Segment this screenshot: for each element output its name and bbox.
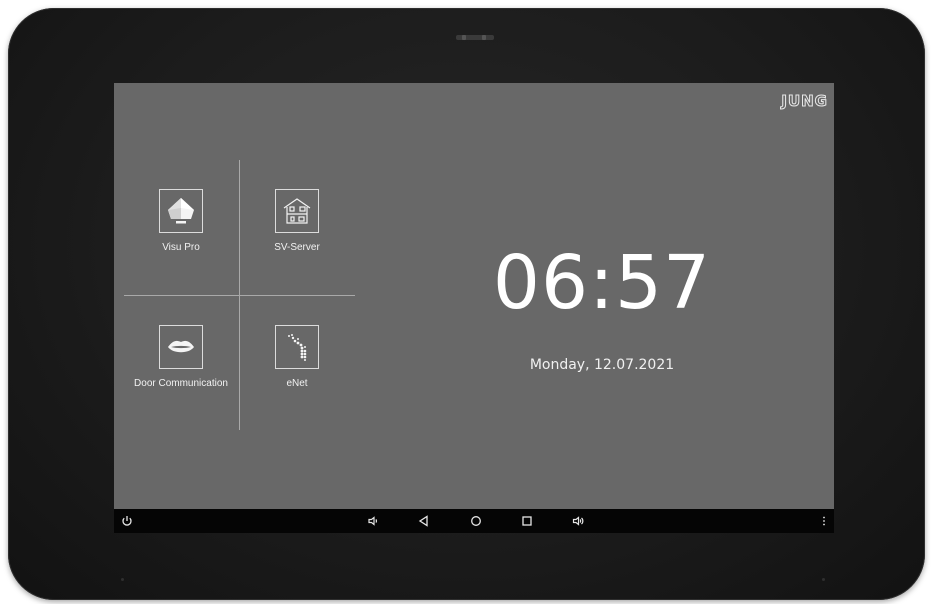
sensor-right xyxy=(822,578,825,581)
overflow-menu-button[interactable] xyxy=(811,509,834,533)
sensor-left xyxy=(121,578,124,581)
volume-up-icon xyxy=(572,512,584,531)
home-icon xyxy=(470,512,482,531)
home-button[interactable] xyxy=(463,509,489,533)
power-button[interactable] xyxy=(114,509,140,533)
brand-logo: JUNG xyxy=(781,92,828,111)
system-navigation-bar xyxy=(114,509,834,533)
back-button[interactable] xyxy=(411,509,437,533)
app-tile-enet[interactable]: eNet xyxy=(232,301,362,411)
clock-date: Monday, 12.07.2021 xyxy=(529,357,675,373)
clock-time: 06:57 xyxy=(492,240,712,326)
app-label-sv-server: SV-Server xyxy=(274,242,320,253)
app-tile-door-communication[interactable]: Door Communication xyxy=(116,301,246,411)
app-tile-visu-pro[interactable]: Visu Pro xyxy=(116,165,246,275)
recents-icon xyxy=(521,512,533,531)
home-screen: JUNG Visu Pro SV-Server Door Communicati… xyxy=(114,83,834,533)
app-tile-sv-server[interactable]: SV-Server xyxy=(232,165,362,275)
app-label-enet: eNet xyxy=(286,378,308,389)
power-icon xyxy=(121,512,133,531)
menu-icon xyxy=(818,512,830,531)
app-label-visu-pro: Visu Pro xyxy=(162,242,200,253)
visu-pro-icon xyxy=(159,189,203,233)
enet-icon xyxy=(275,325,319,369)
volume-up-button[interactable] xyxy=(565,509,591,533)
grid-divider-horizontal xyxy=(124,295,355,296)
app-label-door-communication: Door Communication xyxy=(134,378,228,389)
recents-button[interactable] xyxy=(514,509,540,533)
volume-down-icon xyxy=(367,512,379,531)
back-icon xyxy=(418,512,430,531)
volume-down-button[interactable] xyxy=(360,509,386,533)
door-communication-icon xyxy=(159,325,203,369)
sv-server-icon xyxy=(275,189,319,233)
front-camera xyxy=(456,35,494,40)
